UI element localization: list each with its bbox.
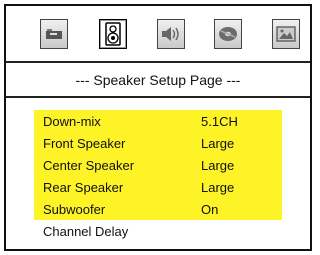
speaker-icon bbox=[104, 22, 122, 46]
menu-item-value: Large bbox=[201, 180, 235, 195]
menu-item-subwoofer[interactable]: Subwoofer On bbox=[34, 198, 282, 220]
menu-item-center-speaker[interactable]: Center Speaker Large bbox=[34, 154, 282, 176]
menu-item-label: Down-mix bbox=[43, 114, 101, 129]
disc-icon bbox=[217, 24, 239, 44]
settings-menu: Down-mix 5.1CH Front Speaker Large Cente… bbox=[34, 110, 282, 244]
wrench-icon bbox=[44, 24, 64, 44]
menu-item-value: On bbox=[201, 202, 219, 217]
divider bbox=[6, 96, 310, 98]
picture-icon bbox=[276, 25, 296, 43]
menu-item-value: 5.1CH bbox=[201, 114, 238, 129]
tab-speaker-setup[interactable] bbox=[99, 19, 127, 49]
menu-item-value: Large bbox=[201, 158, 235, 173]
menu-item-label: Center Speaker bbox=[43, 158, 135, 173]
menu-item-down-mix[interactable]: Down-mix 5.1CH bbox=[34, 110, 282, 132]
sound-wave-icon bbox=[160, 24, 182, 44]
page-title: --- Speaker Setup Page --- bbox=[75, 71, 241, 88]
menu-item-label: Channel Delay bbox=[43, 224, 129, 239]
tab-audio-setup[interactable] bbox=[157, 19, 185, 49]
toolbar bbox=[6, 6, 310, 60]
tab-disc-setup[interactable] bbox=[214, 19, 242, 49]
menu-item-label: Rear Speaker bbox=[43, 180, 124, 195]
menu-item-label: Front Speaker bbox=[43, 136, 126, 151]
osd-screen: --- Speaker Setup Page --- Down-mix 5.1C… bbox=[4, 4, 312, 251]
tab-general-setup[interactable] bbox=[40, 19, 68, 49]
menu-item-channel-delay[interactable]: Channel Delay bbox=[34, 220, 282, 244]
menu-item-rear-speaker[interactable]: Rear Speaker Large bbox=[34, 176, 282, 198]
tab-video-setup[interactable] bbox=[272, 19, 300, 49]
menu-item-front-speaker[interactable]: Front Speaker Large bbox=[34, 132, 282, 154]
menu-item-value: Large bbox=[201, 136, 235, 151]
menu-item-label: Subwoofer bbox=[43, 202, 106, 217]
